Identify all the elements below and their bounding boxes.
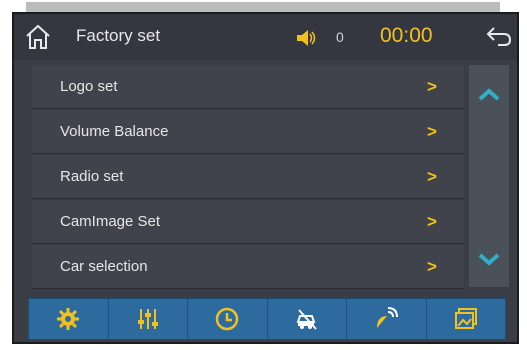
satellite-dish-icon <box>377 307 399 328</box>
clock-display: 00:00 <box>380 24 433 47</box>
menu-item-car-selection[interactable]: Car selection > <box>32 245 464 289</box>
factory-settings-screen: Factory set 0 00:00 Logo set > Volume Ba… <box>12 12 519 344</box>
menu-item-radio-set[interactable]: Radio set > <box>32 155 464 199</box>
scroll-down-button[interactable] <box>469 239 509 279</box>
home-icon <box>26 24 50 49</box>
back-arrow-icon <box>486 27 512 46</box>
settings-list: Logo set > Volume Balance > Radio set > … <box>32 65 464 290</box>
chevron-right-icon: > <box>427 212 437 231</box>
speaker-icon <box>296 29 318 47</box>
gallery-icon <box>454 308 477 329</box>
tab-time-settings[interactable] <box>188 299 268 339</box>
header-bar: Factory set 0 00:00 <box>14 14 517 60</box>
car-off-icon <box>296 309 317 330</box>
menu-item-logo-set[interactable]: Logo set > <box>32 65 464 109</box>
menu-item-volume-balance[interactable]: Volume Balance > <box>32 110 464 154</box>
chevron-right-icon: > <box>427 167 437 186</box>
tab-gps-settings[interactable] <box>347 299 427 339</box>
chevron-right-icon: > <box>427 77 437 96</box>
scroll-up-button[interactable] <box>469 75 509 115</box>
menu-item-label: Car selection <box>60 258 148 275</box>
page-title: Factory set <box>76 26 161 45</box>
top-bezel-strip <box>26 2 500 12</box>
menu-item-camimage-set[interactable]: CamImage Set > <box>32 200 464 244</box>
equalizer-icon <box>137 309 158 329</box>
tab-audio-settings[interactable] <box>109 299 188 339</box>
back-button[interactable] <box>484 23 512 49</box>
volume-level: 0 <box>336 29 344 45</box>
menu-item-label: CamImage Set <box>60 213 161 230</box>
chevron-right-icon: > <box>427 122 437 141</box>
chevron-up-icon <box>478 88 500 101</box>
chevron-down-icon <box>478 253 500 266</box>
tab-display-settings[interactable] <box>427 299 506 339</box>
menu-item-label: Logo set <box>60 78 118 95</box>
gear-icon <box>57 308 80 330</box>
chevron-right-icon: > <box>427 257 437 276</box>
scroll-column <box>469 65 509 287</box>
tab-general-settings[interactable] <box>29 299 109 339</box>
menu-item-label: Radio set <box>60 168 124 185</box>
menu-item-label: Volume Balance <box>60 123 169 140</box>
tab-vehicle-settings[interactable] <box>268 299 347 339</box>
bottom-tab-bar <box>28 298 506 340</box>
clock-icon <box>216 307 239 331</box>
home-button[interactable] <box>24 23 52 51</box>
